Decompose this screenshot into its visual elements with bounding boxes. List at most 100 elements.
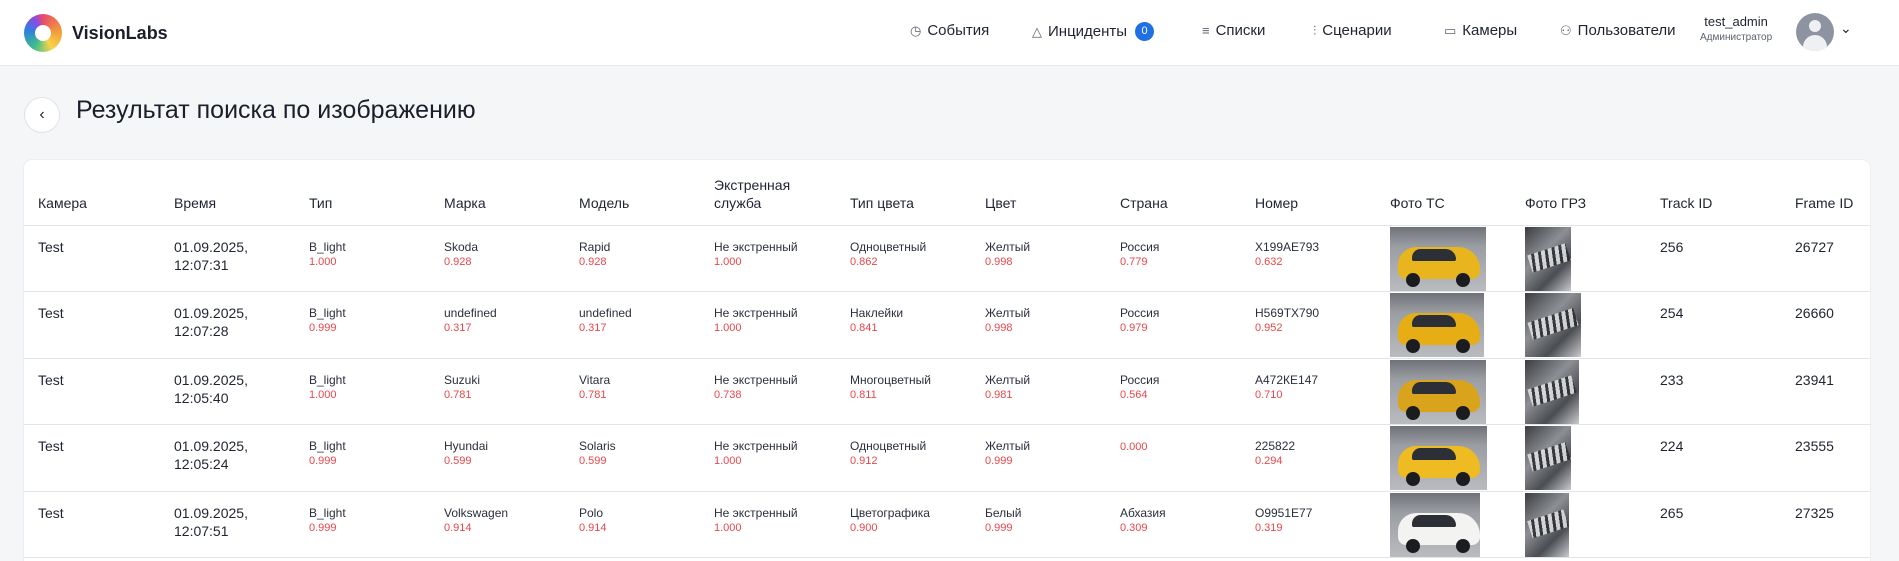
nav-item-label: Инциденты [1048, 23, 1128, 40]
confidence-score: 0.317 [444, 322, 472, 334]
cell-track-id: 224 [1660, 438, 1684, 454]
cell-make: undefined 0.317 [444, 306, 497, 335]
nav-item-lists[interactable]: ≡ Списки [1202, 22, 1265, 39]
incidents-count-badge: 0 [1135, 22, 1155, 41]
cell-value: Желтый [985, 373, 1031, 387]
confidence-score: 0.999 [309, 522, 337, 534]
cell-emergency-service: Не экстренный 1.000 [714, 439, 798, 468]
vehicle-photo-thumbnail[interactable] [1390, 293, 1484, 357]
cell-value: Suzuki [444, 373, 481, 387]
cell-frame-id: 23941 [1795, 372, 1834, 388]
table-row[interactable]: Test 01.09.2025, 12:07:51 B_light 0.999 Volk… [24, 492, 1870, 558]
confidence-score: 0.309 [1120, 522, 1148, 534]
confidence-score: 0.599 [444, 455, 472, 467]
plate-photo-thumbnail[interactable] [1525, 426, 1571, 490]
cell-make: Hyundai 0.599 [444, 439, 488, 468]
confidence-score: 1.000 [714, 455, 742, 467]
table-row[interactable]: Test 01.09.2025, 12:05:24 B_light 0.999 Hyun… [24, 425, 1870, 492]
confidence-score: 0.319 [1255, 522, 1283, 534]
cell-make: Skoda 0.928 [444, 240, 478, 269]
confidence-score: 0.928 [444, 256, 472, 268]
cell-value: Многоцветный [850, 373, 931, 387]
cell-emergency-service: Не экстренный 1.000 [714, 506, 798, 535]
nav-item-incidents[interactable]: △ Инциденты 0 [1032, 22, 1155, 41]
nav-item-label: Камеры [1462, 22, 1518, 39]
table-row[interactable]: Test 01.09.2025, 12:07:28 B_light 0.999 unde… [24, 292, 1870, 359]
vehicle-photo-thumbnail[interactable] [1390, 227, 1486, 291]
cell-value: 225822 [1255, 439, 1296, 453]
confidence-score: 0.999 [985, 455, 1013, 467]
cell-value: Solaris [579, 439, 616, 453]
confidence-score: 0.710 [1255, 389, 1283, 401]
cell-country: Россия 0.979 [1120, 306, 1159, 335]
vehicle-photo-thumbnail[interactable] [1390, 493, 1480, 557]
cell-color-type: Одноцветный 0.912 [850, 439, 926, 468]
cell-value: Цветографика [850, 506, 930, 520]
plate-photo-thumbnail[interactable] [1525, 360, 1579, 424]
avatar[interactable] [1796, 13, 1834, 51]
confidence-score: 0.979 [1120, 322, 1148, 334]
column-header-plate[interactable]: Номер [1255, 194, 1298, 212]
column-header-country[interactable]: Страна [1120, 194, 1168, 212]
nav-item-cameras[interactable]: ▭ Камеры [1444, 22, 1517, 39]
cell-value: Не экстренный [714, 373, 798, 387]
column-header-color[interactable]: Цвет [985, 194, 1016, 212]
page-title: Результат поиска по изображению [76, 96, 476, 124]
logo-mark-icon [24, 14, 62, 52]
cell-camera: Test [38, 305, 64, 321]
confidence-score: 0.738 [714, 389, 742, 401]
chevron-down-icon[interactable]: ⌄ [1840, 20, 1852, 37]
cell-track-id: 233 [1660, 372, 1684, 388]
cell-color-type: Одноцветный 0.862 [850, 240, 926, 269]
cell-value: Желтый [985, 439, 1031, 453]
cell-value: undefined [444, 306, 497, 320]
confidence-score: 0.564 [1120, 389, 1148, 401]
nav-item-users[interactable]: ⚇ Пользователи [1560, 22, 1676, 39]
vehicle-photo-thumbnail[interactable] [1390, 426, 1487, 490]
column-header-vehicle-photo[interactable]: Фото ТС [1390, 194, 1445, 212]
nav-item-scenarios[interactable]: ⫶ Сценарии [1313, 22, 1392, 39]
cell-value: Желтый [985, 240, 1031, 254]
nav-item-events[interactable]: ◷ События [910, 22, 989, 39]
plate-photo-thumbnail[interactable] [1525, 493, 1569, 557]
plate-photo-thumbnail[interactable] [1525, 227, 1571, 291]
cell-value: А472КЕ147 [1255, 373, 1319, 387]
cell-camera: Test [38, 372, 64, 388]
cell-country: Россия 0.564 [1120, 373, 1159, 402]
confidence-score: 0.914 [444, 522, 472, 534]
column-header-emergency[interactable]: Экстренная служба [714, 176, 814, 212]
cell-make: Volkswagen 0.914 [444, 506, 508, 535]
confidence-score: 0.900 [850, 522, 878, 534]
warning-icon: △ [1032, 23, 1042, 39]
column-header-color-type[interactable]: Тип цвета [850, 194, 914, 212]
confidence-score: 0.998 [985, 256, 1013, 268]
cell-track-id: 254 [1660, 305, 1684, 321]
cell-value: Одноцветный [850, 439, 927, 453]
chevron-left-icon: ‹ [39, 106, 45, 123]
user-name: test_admin [1704, 14, 1768, 29]
cell-camera: Test [38, 239, 64, 255]
column-header-type[interactable]: Тип [309, 194, 332, 212]
plate-photo-thumbnail[interactable] [1525, 293, 1581, 357]
confidence-score: 0.998 [985, 322, 1013, 334]
column-header-model[interactable]: Модель [579, 194, 629, 212]
table-row[interactable]: Test 01.09.2025, 12:07:31 B_light 1.000 Skod… [24, 226, 1870, 292]
back-button[interactable]: ‹ [24, 97, 60, 133]
column-header-frame-id[interactable]: Frame ID [1795, 194, 1853, 212]
confidence-score: 1.000 [714, 256, 742, 268]
vehicle-photo-thumbnail[interactable] [1390, 360, 1486, 424]
confidence-score: 0.981 [985, 389, 1013, 401]
table-row[interactable]: Test 01.09.2025, 12:05:40 B_light 1.000 Suzu… [24, 359, 1870, 425]
column-header-make[interactable]: Марка [444, 194, 486, 212]
column-header-plate-photo[interactable]: Фото ГРЗ [1525, 194, 1586, 212]
confidence-score: 0.914 [579, 522, 607, 534]
confidence-score: 0.294 [1255, 455, 1283, 467]
cell-color: Белый 0.999 [985, 506, 1021, 535]
column-header-track-id[interactable]: Track ID [1660, 194, 1712, 212]
user-info[interactable]: test_admin Администратор [1700, 14, 1772, 43]
cell-model: Solaris 0.599 [579, 439, 616, 468]
column-header-camera[interactable]: Камера [38, 194, 87, 212]
column-header-time[interactable]: Время [174, 194, 216, 212]
cell-value: Volkswagen [444, 506, 509, 520]
logo[interactable]: VisionLabs [24, 14, 168, 52]
